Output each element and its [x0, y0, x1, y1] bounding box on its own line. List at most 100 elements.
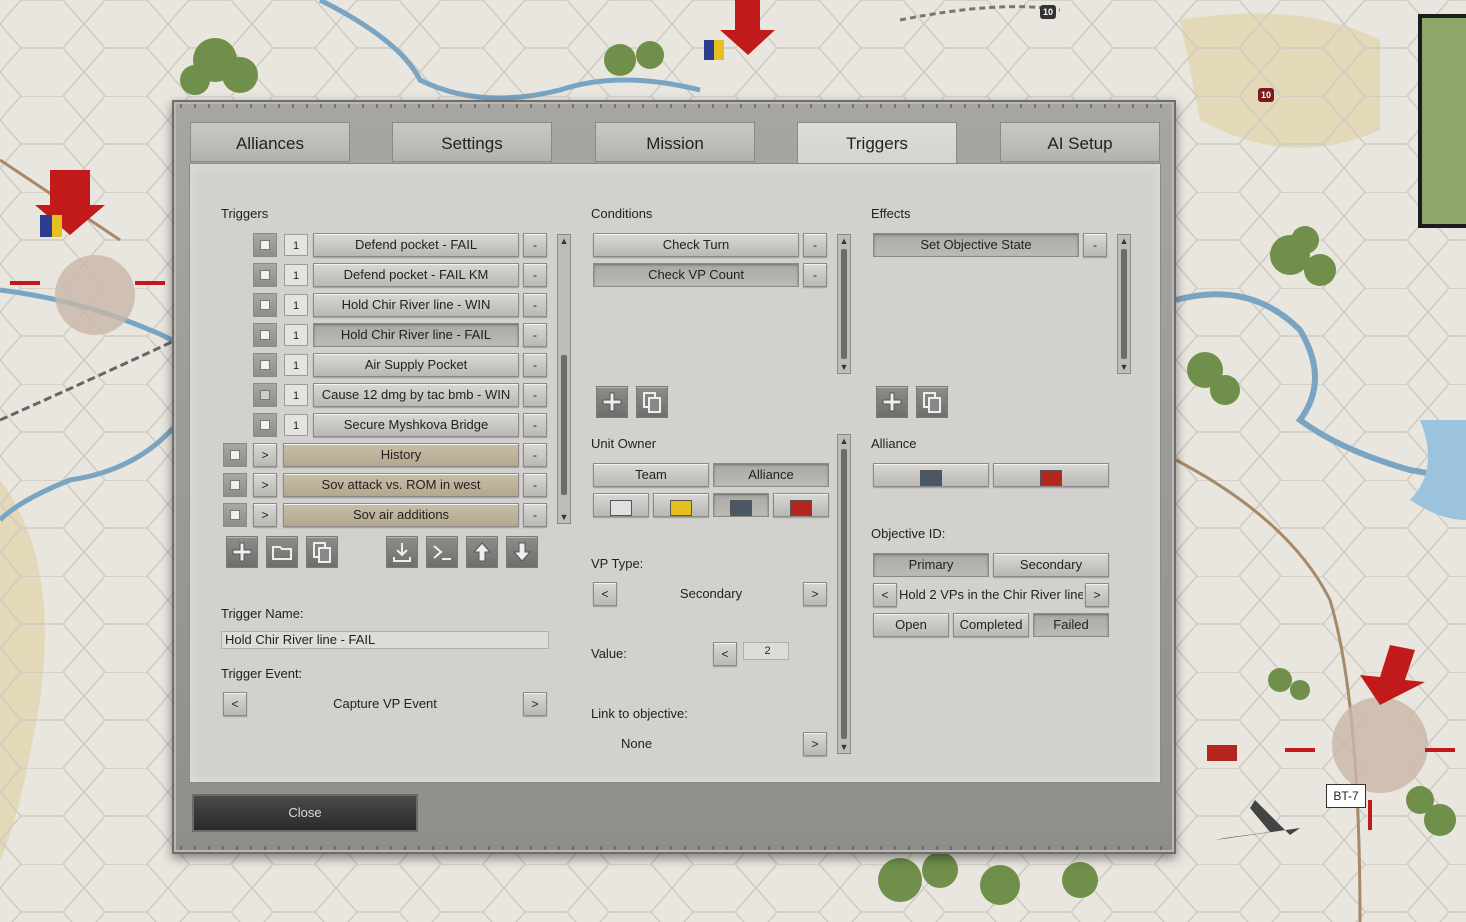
trigger-item[interactable]: Air Supply Pocket	[313, 353, 519, 377]
color-blue-button[interactable]	[713, 493, 769, 517]
copy-icon[interactable]	[916, 386, 948, 418]
import-icon[interactable]	[386, 536, 418, 568]
prev-objective-button[interactable]: <	[873, 583, 897, 607]
trigger-item[interactable]: Defend pocket - FAIL KM	[313, 263, 519, 287]
trigger-name-field[interactable]: Hold Chir River line - FAIL	[221, 631, 549, 649]
tab-alliances[interactable]: Alliances	[190, 122, 350, 162]
scroll-down-icon[interactable]: ▼	[558, 511, 570, 523]
tab-mission[interactable]: Mission	[595, 122, 755, 162]
state-failed-button[interactable]: Failed	[1033, 613, 1109, 637]
color-yellow-button[interactable]	[653, 493, 709, 517]
scroll-thumb[interactable]	[561, 355, 567, 495]
scroll-up-icon[interactable]: ▲	[558, 235, 570, 247]
primary-button[interactable]: Primary	[873, 553, 989, 577]
remove-condition-button[interactable]: -	[803, 263, 827, 287]
tab-settings[interactable]: Settings	[392, 122, 552, 162]
remove-trigger-button[interactable]: -	[523, 293, 547, 317]
expand-group-button[interactable]: >	[253, 443, 277, 467]
remove-group-button[interactable]: -	[523, 473, 547, 497]
remove-trigger-button[interactable]: -	[523, 383, 547, 407]
next-vp-type-button[interactable]: >	[803, 582, 827, 606]
alliance-blue-button[interactable]	[873, 463, 989, 487]
tab-triggers[interactable]: Triggers	[797, 122, 957, 165]
move-down-icon[interactable]	[506, 536, 538, 568]
conditions-scrollbar[interactable]: ▲ ▼	[837, 234, 851, 374]
trigger-item[interactable]: Hold Chir River line - WIN	[313, 293, 519, 317]
trigger-checkbox[interactable]	[253, 263, 277, 287]
scroll-thumb[interactable]	[841, 249, 847, 359]
color-white-button[interactable]	[593, 493, 649, 517]
add-icon[interactable]	[876, 386, 908, 418]
triggers-scrollbar[interactable]: ▲ ▼	[557, 234, 571, 524]
value-label: Value:	[591, 646, 627, 661]
trigger-checkbox[interactable]	[253, 293, 277, 317]
copy-icon[interactable]	[306, 536, 338, 568]
unit-badge[interactable]: 10	[1040, 5, 1057, 19]
trigger-group[interactable]: Sov attack vs. ROM in west	[283, 473, 519, 497]
remove-trigger-button[interactable]: -	[523, 353, 547, 377]
remove-condition-button[interactable]: -	[803, 233, 827, 257]
unit-badge[interactable]: 10	[1258, 88, 1275, 102]
effects-scrollbar[interactable]: ▲ ▼	[1117, 234, 1131, 374]
remove-trigger-button[interactable]: -	[523, 323, 547, 347]
remove-trigger-button[interactable]: -	[523, 233, 547, 257]
scroll-thumb[interactable]	[1121, 249, 1127, 359]
remove-group-button[interactable]: -	[523, 503, 547, 527]
close-button[interactable]: Close	[192, 794, 418, 832]
console-icon[interactable]	[426, 536, 458, 568]
add-icon[interactable]	[226, 536, 258, 568]
team-button[interactable]: Team	[593, 463, 709, 487]
trigger-group[interactable]: Sov air additions	[283, 503, 519, 527]
condition-item-selected[interactable]: Check VP Count	[593, 263, 799, 287]
remove-trigger-button[interactable]: -	[523, 263, 547, 287]
scroll-up-icon[interactable]: ▲	[838, 235, 850, 247]
scroll-down-icon[interactable]: ▼	[1118, 361, 1130, 373]
color-red-button[interactable]	[773, 493, 829, 517]
alliance-button[interactable]: Alliance	[713, 463, 829, 487]
scroll-down-icon[interactable]: ▼	[838, 741, 850, 753]
remove-group-button[interactable]: -	[523, 443, 547, 467]
trigger-checkbox[interactable]	[253, 353, 277, 377]
condition-item[interactable]: Check Turn	[593, 233, 799, 257]
state-completed-button[interactable]: Completed	[953, 613, 1029, 637]
value-field[interactable]: 2	[743, 642, 789, 660]
prev-event-button[interactable]: <	[223, 692, 247, 716]
trigger-item-selected[interactable]: Hold Chir River line - FAIL	[313, 323, 519, 347]
trigger-checkbox[interactable]	[253, 323, 277, 347]
folder-icon[interactable]	[266, 536, 298, 568]
trigger-item[interactable]: Secure Myshkova Bridge	[313, 413, 519, 437]
add-icon[interactable]	[596, 386, 628, 418]
next-objective-button[interactable]: >	[1085, 583, 1109, 607]
tab-ai-setup[interactable]: AI Setup	[1000, 122, 1160, 162]
next-link-button[interactable]: >	[803, 732, 827, 756]
trigger-checkbox[interactable]	[253, 233, 277, 257]
decrease-value-button[interactable]: <	[713, 642, 737, 666]
remove-effect-button[interactable]: -	[1083, 233, 1107, 257]
condition-params-scrollbar[interactable]: ▲ ▼	[837, 434, 851, 754]
group-checkbox[interactable]	[223, 473, 247, 497]
scroll-up-icon[interactable]: ▲	[1118, 235, 1130, 247]
scroll-down-icon[interactable]: ▼	[838, 361, 850, 373]
scroll-thumb[interactable]	[841, 449, 847, 739]
scroll-up-icon[interactable]: ▲	[838, 435, 850, 447]
state-open-button[interactable]: Open	[873, 613, 949, 637]
expand-group-button[interactable]: >	[253, 503, 277, 527]
alliance-red-button[interactable]	[993, 463, 1109, 487]
effect-item-selected[interactable]: Set Objective State	[873, 233, 1079, 257]
next-event-button[interactable]: >	[523, 692, 547, 716]
trigger-group[interactable]: History	[283, 443, 519, 467]
group-checkbox[interactable]	[223, 503, 247, 527]
expand-group-button[interactable]: >	[253, 473, 277, 497]
move-up-icon[interactable]	[466, 536, 498, 568]
trigger-count: 1	[284, 234, 308, 256]
group-checkbox[interactable]	[223, 443, 247, 467]
copy-icon[interactable]	[636, 386, 668, 418]
trigger-item[interactable]: Defend pocket - FAIL	[313, 233, 519, 257]
remove-trigger-button[interactable]: -	[523, 413, 547, 437]
trigger-item[interactable]: Cause 12 dmg by tac bmb - WIN	[313, 383, 519, 407]
trigger-checkbox[interactable]	[253, 383, 277, 407]
unit-label[interactable]: BT-7	[1326, 784, 1366, 808]
trigger-checkbox[interactable]	[253, 413, 277, 437]
secondary-button[interactable]: Secondary	[993, 553, 1109, 577]
prev-vp-type-button[interactable]: <	[593, 582, 617, 606]
